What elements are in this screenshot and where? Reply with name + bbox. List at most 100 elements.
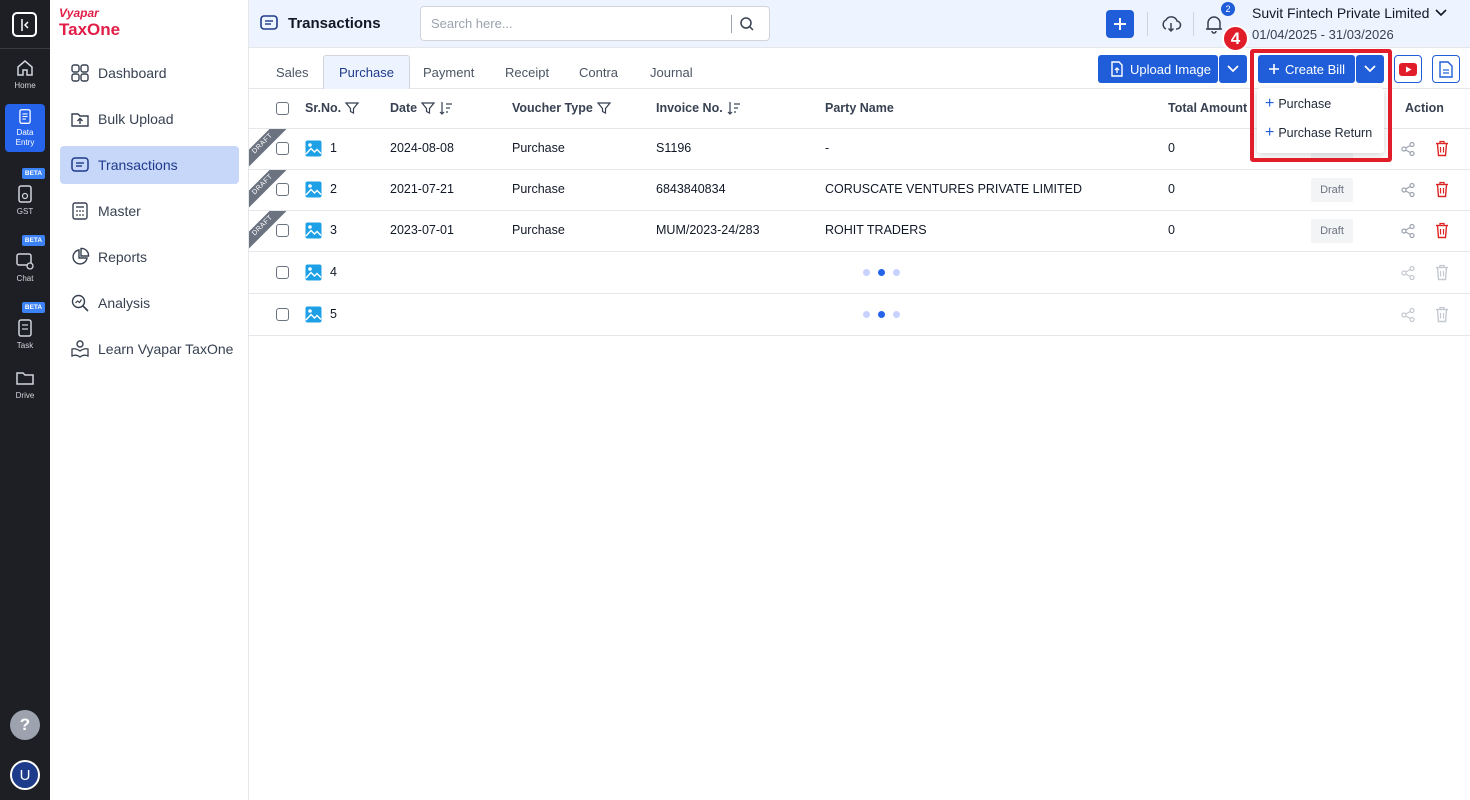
date: 2023-07-01 <box>390 223 454 237</box>
column-total-amount: Total Amount <box>1168 101 1248 115</box>
table-row[interactable]: 5 <box>249 294 1470 336</box>
share-icon[interactable] <box>1400 223 1416 239</box>
document-guide-button[interactable] <box>1432 55 1460 83</box>
date: 2021-07-21 <box>390 182 454 196</box>
chat-icon <box>16 253 34 270</box>
column-action: Action <box>1405 101 1444 115</box>
status-badge: Draft <box>1311 219 1353 243</box>
transactions-icon <box>260 15 278 30</box>
upload-icon <box>71 113 89 127</box>
sidebar-item-master[interactable]: Master <box>60 192 239 230</box>
image-icon[interactable] <box>305 222 322 239</box>
search-input[interactable] <box>421 16 731 31</box>
download-icon[interactable] <box>1159 12 1183 36</box>
sort-icon[interactable] <box>727 101 741 115</box>
delete-icon[interactable] <box>1435 181 1449 198</box>
brand-logo[interactable]: Vyapar TaxOne <box>59 7 120 40</box>
sr-no: 2 <box>330 182 337 196</box>
sidebar-item-transactions[interactable]: Transactions <box>60 146 239 184</box>
rail-item-drive[interactable]: Drive <box>5 368 45 401</box>
rail-item-chat[interactable]: Chat <box>5 251 45 284</box>
row-checkbox[interactable] <box>276 183 289 196</box>
column-sr-no: Sr.No. <box>305 101 360 115</box>
table-row[interactable]: 4 <box>249 252 1470 294</box>
filter-icon[interactable] <box>596 101 611 115</box>
image-icon[interactable] <box>305 140 322 157</box>
notification-badge: 2 <box>1221 2 1235 16</box>
column-voucher-type: Voucher Type <box>512 101 611 115</box>
filter-icon[interactable] <box>421 101 436 115</box>
select-all-checkbox[interactable] <box>276 102 289 115</box>
sidebar: Vyapar TaxOne Dashboard Bulk Upload Tran… <box>50 0 249 800</box>
delete-icon[interactable] <box>1435 306 1449 323</box>
invoice-no: MUM/2023-24/283 <box>656 223 760 237</box>
rail-item-data-entry[interactable]: Data Entry <box>5 104 45 152</box>
sr-no: 3 <box>330 223 337 237</box>
sr-no: 4 <box>330 265 337 279</box>
upload-image-button[interactable]: Upload Image <box>1098 55 1218 83</box>
home-icon <box>17 60 33 76</box>
search-icon[interactable] <box>732 16 762 32</box>
annotation-step-number: 4 <box>1222 25 1249 52</box>
voucher-type: Purchase <box>512 141 565 155</box>
share-icon[interactable] <box>1400 182 1416 198</box>
table-row[interactable]: DRAFT 2 2021-07-21 Purchase 6843840834 C… <box>249 170 1470 211</box>
column-invoice-no: Invoice No. <box>656 101 741 115</box>
youtube-tutorial-button[interactable] <box>1394 55 1422 83</box>
image-icon[interactable] <box>305 181 322 198</box>
party-name: CORUSCATE VENTURES PRIVATE LIMITED <box>825 182 1082 196</box>
sr-no: 1 <box>330 141 337 155</box>
table-row[interactable]: DRAFT 3 2023-07-01 Purchase MUM/2023-24/… <box>249 211 1470 252</box>
icon-rail: Home Data Entry BETA GST BETA Chat BETA … <box>0 0 50 800</box>
share-icon[interactable] <box>1400 141 1416 157</box>
tab-contra[interactable]: Contra <box>564 55 633 89</box>
filter-icon[interactable] <box>345 101 360 115</box>
quick-add-button[interactable] <box>1106 10 1134 38</box>
learn-icon <box>71 340 89 358</box>
status-badge: Draft <box>1311 178 1353 202</box>
tab-sales[interactable]: Sales <box>261 55 324 89</box>
help-button[interactable]: ? <box>10 710 40 740</box>
tab-purchase[interactable]: Purchase <box>323 55 410 89</box>
avatar[interactable]: U <box>10 760 40 790</box>
tab-journal[interactable]: Journal <box>635 55 708 89</box>
column-party-name: Party Name <box>825 101 894 115</box>
annotation-highlight <box>1250 49 1392 162</box>
row-checkbox[interactable] <box>276 266 289 279</box>
rail-item-task[interactable]: Task <box>5 318 45 351</box>
sidebar-item-analysis[interactable]: Analysis <box>60 284 239 322</box>
loading-indicator <box>863 311 908 318</box>
delete-icon[interactable] <box>1435 222 1449 239</box>
row-checkbox[interactable] <box>276 308 289 321</box>
share-icon[interactable] <box>1400 307 1416 323</box>
image-icon[interactable] <box>305 306 322 323</box>
row-checkbox[interactable] <box>276 224 289 237</box>
chevron-down-icon <box>1435 9 1447 17</box>
sidebar-item-dashboard[interactable]: Dashboard <box>60 54 239 92</box>
total-amount: 0 <box>1168 223 1175 237</box>
rail-item-home[interactable]: Home <box>5 58 45 91</box>
document-icon <box>1439 60 1453 78</box>
delete-icon[interactable] <box>1435 264 1449 281</box>
tab-receipt[interactable]: Receipt <box>490 55 564 89</box>
sort-icon[interactable] <box>439 101 453 115</box>
sidebar-item-bulk-upload[interactable]: Bulk Upload <box>60 100 239 138</box>
image-icon[interactable] <box>305 264 322 281</box>
party-name: ROHIT TRADERS <box>825 223 927 237</box>
plus-icon <box>1114 18 1126 30</box>
upload-image-dropdown[interactable] <box>1219 55 1247 83</box>
row-checkbox[interactable] <box>276 142 289 155</box>
sidebar-item-reports[interactable]: Reports <box>60 238 239 276</box>
sidebar-item-learn[interactable]: Learn Vyapar TaxOne <box>60 330 239 368</box>
party-name: - <box>825 141 830 155</box>
collapse-sidebar-icon[interactable] <box>12 12 37 37</box>
voucher-type: Purchase <box>512 223 565 237</box>
folder-icon <box>16 372 34 385</box>
invoice-no: 6843840834 <box>656 182 726 196</box>
delete-icon[interactable] <box>1435 140 1449 157</box>
rail-item-gst[interactable]: GST <box>5 184 45 217</box>
company-selector[interactable]: Suvit Fintech Private Limited <box>1252 5 1447 21</box>
rail-divider <box>0 48 50 49</box>
share-icon[interactable] <box>1400 265 1416 281</box>
tab-payment[interactable]: Payment <box>408 55 489 89</box>
